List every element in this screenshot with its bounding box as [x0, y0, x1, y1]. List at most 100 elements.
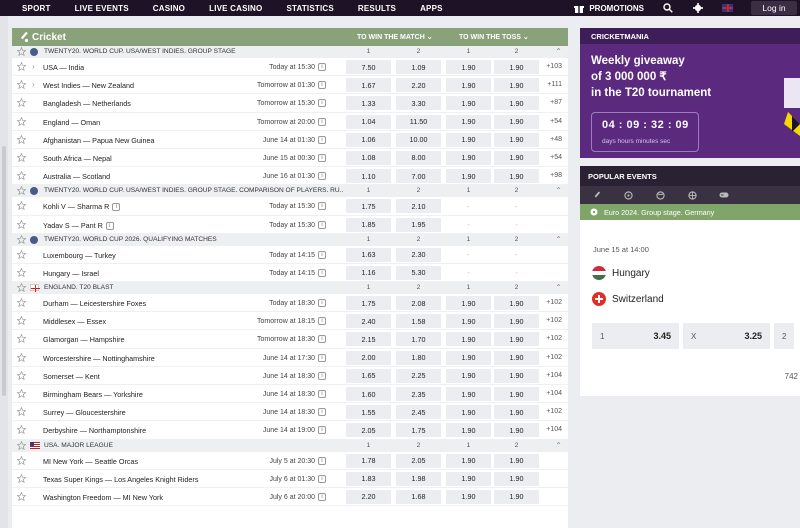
star-icon[interactable]	[16, 134, 27, 146]
odd-button[interactable]: 1.90	[494, 453, 539, 468]
event-row[interactable]: › West Indies — New Zealand Tomorrow at 01…	[12, 76, 568, 95]
star-icon[interactable]	[16, 406, 27, 418]
event-teams[interactable]: Afghanistan — Papua New Guinea	[43, 136, 154, 145]
odd-button[interactable]: 10.00	[396, 132, 441, 147]
odd-button[interactable]: 1.75	[396, 423, 441, 438]
odd-button[interactable]: 2.30	[396, 247, 441, 262]
event-row[interactable]: Texas Super Kings — Los Angeles Knight R…	[12, 470, 568, 488]
star-icon[interactable]	[16, 61, 27, 73]
odd-button[interactable]: 1.63	[346, 247, 391, 262]
col-win-match[interactable]: TO WIN THE MATCH ⌄	[357, 33, 433, 41]
more-markets-link[interactable]: +104	[546, 426, 562, 433]
event-row[interactable]: Birmingham Bears — Yorkshire June 14 at 1…	[12, 385, 568, 404]
odd-button[interactable]: 1.04	[346, 114, 391, 129]
star-icon[interactable]	[16, 116, 27, 128]
odd-button[interactable]: 2.25	[396, 368, 441, 383]
odd-button[interactable]: 1.55	[346, 405, 391, 420]
stats-icon[interactable]: i	[318, 250, 326, 259]
col-win-toss[interactable]: TO WIN THE TOSS ⌄	[459, 33, 529, 41]
football-icon[interactable]	[612, 186, 644, 204]
odd-button[interactable]: 1.90	[494, 387, 539, 401]
star-icon[interactable]	[16, 249, 27, 261]
search-icon[interactable]	[662, 2, 674, 14]
odd-button[interactable]: 1.67	[346, 78, 391, 93]
odd-button[interactable]: 1.75	[346, 296, 391, 311]
event-teams[interactable]: Hungary — Israel	[43, 269, 99, 278]
odd-button[interactable]: 1.98	[396, 471, 441, 486]
odd-button[interactable]: 2.35	[396, 387, 441, 401]
event-teams[interactable]: MI New York — Seattle Orcas	[43, 457, 138, 466]
star-icon[interactable]	[16, 97, 27, 109]
odd-button[interactable]: 1.90	[446, 405, 491, 420]
star-icon[interactable]	[16, 424, 27, 436]
event-row[interactable]: MI New York — Seattle Orcas July 5 at 20:…	[12, 452, 568, 470]
odd-button[interactable]: 7.50	[346, 60, 391, 74]
odd-button[interactable]: 2.15	[346, 332, 391, 347]
odd-button[interactable]: 2.40	[346, 314, 391, 329]
more-markets-link[interactable]: +102	[546, 335, 562, 342]
event-teams[interactable]: Kohli V — Sharma Ri	[43, 202, 121, 212]
star-icon[interactable]	[16, 152, 27, 164]
event-row[interactable]: Somerset — Kent June 14 at 18:30 i 1.65 2.25…	[12, 367, 568, 385]
event-row[interactable]: South Africa — Nepal June 15 at 00:30 i 1.0…	[12, 149, 568, 168]
stats-icon[interactable]: i	[318, 220, 326, 229]
event-teams[interactable]: Washington Freedom — MI New York	[43, 493, 163, 502]
event-teams[interactable]: England — Oman	[43, 118, 100, 127]
star-icon[interactable]	[16, 200, 27, 212]
odd-button[interactable]: 1.80	[396, 350, 441, 365]
stats-icon[interactable]: i	[318, 353, 326, 362]
odd-button[interactable]: 2.20	[346, 489, 391, 504]
odd-button[interactable]: 2.10	[396, 199, 441, 214]
stats-icon[interactable]: i	[318, 426, 326, 435]
event-row[interactable]: › USA — India Today at 15:30 i 7.50 1.09 1.90 1…	[12, 58, 568, 77]
odd-button[interactable]: 1.90	[494, 405, 539, 420]
odd-button[interactable]: 2.20	[396, 78, 441, 93]
more-markets-link[interactable]: +48	[550, 136, 562, 143]
more-markets-link[interactable]: +104	[546, 372, 562, 379]
event-row[interactable]: Bangladesh — Netherlands Tomorrow at 15:3…	[12, 94, 568, 113]
event-teams[interactable]: Glamorgan — Hampshire	[43, 335, 125, 344]
star-icon[interactable]	[16, 267, 27, 279]
star-icon[interactable]	[16, 219, 27, 231]
more-markets-link[interactable]: +104	[546, 390, 562, 397]
popular-odd-2[interactable]: 2	[774, 323, 794, 349]
star-icon[interactable]	[16, 370, 27, 382]
odd-button[interactable]: 1.90	[446, 60, 491, 74]
odd-button[interactable]: 1.90	[446, 96, 491, 111]
odd-button[interactable]: 2.08	[396, 296, 441, 311]
stats-icon[interactable]: i	[318, 335, 326, 344]
odd-button[interactable]: 1.90	[446, 471, 491, 486]
odd-button[interactable]: 1.90	[446, 78, 491, 93]
event-teams[interactable]: Surrey — Gloucestershire	[43, 408, 126, 417]
info-icon[interactable]: i	[105, 221, 114, 230]
star-icon[interactable]	[16, 315, 27, 327]
promo-banner[interactable]: CRICKETMANIA Weekly giveaway of 3 000 00…	[580, 28, 800, 158]
odd-button[interactable]: 1.33	[346, 96, 391, 111]
odd-button[interactable]: 1.08	[346, 150, 391, 165]
odd-button[interactable]: 1.90	[446, 169, 491, 184]
stats-icon[interactable]: i	[318, 268, 326, 277]
star-icon[interactable]	[16, 234, 27, 246]
star-icon[interactable]	[16, 491, 27, 503]
odd-button[interactable]: 1.90	[446, 423, 491, 438]
event-row[interactable]: England — Oman Tomorrow at 20:00 i 1.04 11.5…	[12, 113, 568, 131]
more-markets-link[interactable]: +98	[550, 172, 562, 179]
stats-icon[interactable]: i	[318, 117, 326, 126]
stats-icon[interactable]: i	[318, 474, 326, 483]
event-teams[interactable]: West Indies — New Zealand	[43, 81, 134, 90]
star-icon[interactable]	[16, 440, 27, 452]
odd-button[interactable]: 1.09	[396, 60, 441, 74]
event-row[interactable]: Hungary — Israel Today at 14:15 i 1.16 5.30 -…	[12, 264, 568, 283]
odd-button[interactable]: 1.90	[446, 350, 491, 365]
odd-button[interactable]: 2.00	[346, 350, 391, 365]
odd-button[interactable]: 1.10	[346, 169, 391, 184]
nav-casino[interactable]: CASINO	[153, 4, 185, 13]
odd-button[interactable]: 1.90	[446, 314, 491, 329]
stats-icon[interactable]: i	[318, 99, 326, 108]
event-teams[interactable]: Texas Super Kings — Los Angeles Knight R…	[43, 475, 198, 484]
event-teams[interactable]: Worcestershire — Nottinghamshire	[43, 354, 155, 363]
event-row[interactable]: Surrey — Gloucestershire June 14 at 18:30…	[12, 403, 568, 422]
event-row[interactable]: Derbyshire — Northamptonshire June 14 at …	[12, 421, 568, 440]
event-teams[interactable]: Birmingham Bears — Yorkshire	[43, 390, 143, 399]
league-header[interactable]: TWENTY20. WORLD CUP. USA/WEST INDIES. GR…	[12, 185, 568, 198]
